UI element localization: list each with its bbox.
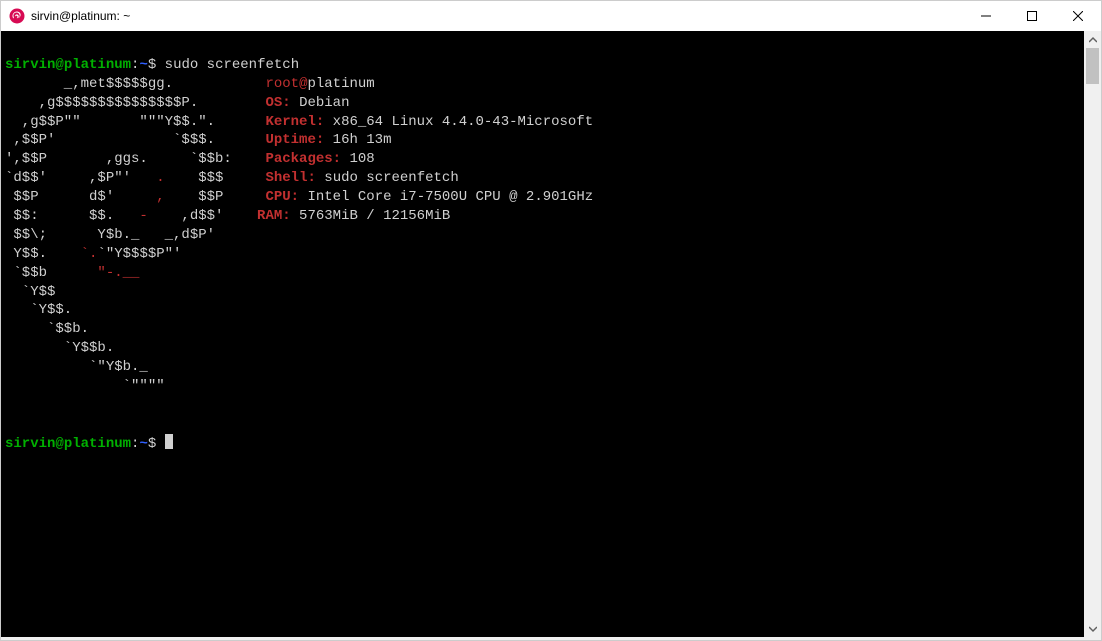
shell-value: sudo screenfetch bbox=[316, 170, 459, 186]
prompt2-host: platinum bbox=[64, 436, 131, 452]
art-10a: Y$$. bbox=[5, 246, 81, 262]
os-value: Debian bbox=[291, 95, 350, 111]
art-05: ',$$P ,ggs. `$$b: bbox=[5, 151, 265, 167]
info-user: root bbox=[265, 76, 299, 92]
sf-line-15: `Y$$b. bbox=[5, 340, 265, 356]
shell-label: Shell: bbox=[265, 170, 315, 186]
terminal-output[interactable]: sirvin@platinum:~$ sudo screenfetch _,me… bbox=[1, 31, 1084, 637]
title-bar[interactable]: sirvin@platinum: ~ bbox=[1, 1, 1101, 31]
prompt-host: platinum bbox=[64, 57, 131, 73]
prompt-at: @ bbox=[55, 57, 63, 73]
art-11a: `$$b bbox=[5, 265, 97, 281]
sf-line-17: `"""" bbox=[5, 378, 265, 394]
cpu-label: CPU: bbox=[265, 189, 299, 205]
art-04: ,$$P' `$$$. bbox=[5, 132, 265, 148]
sf-line-05: ',$$P ,ggs. `$$b: Packages: 108 bbox=[5, 151, 375, 167]
os-label: OS: bbox=[265, 95, 290, 111]
sf-line-04: ,$$P' `$$$. Uptime: 16h 13m bbox=[5, 132, 391, 148]
ram-label: RAM: bbox=[257, 208, 291, 224]
ram-value: 5763MiB / 12156MiB bbox=[291, 208, 451, 224]
terminal-window: sirvin@platinum: ~ sirvin@platinum:~$ su… bbox=[0, 0, 1102, 641]
prompt2-at: @ bbox=[55, 436, 63, 452]
art-15: `Y$$b. bbox=[5, 340, 265, 356]
uptime-value: 16h 13m bbox=[324, 132, 391, 148]
art-11b bbox=[139, 265, 265, 281]
close-button[interactable] bbox=[1055, 1, 1101, 31]
sf-line-06: `d$$' ,$P"' . $$$ Shell: sudo screenfetc… bbox=[5, 170, 459, 186]
prompt-line-1: sirvin@platinum:~$ sudo screenfetch bbox=[5, 57, 299, 73]
minimize-button[interactable] bbox=[963, 1, 1009, 31]
sf-line-02: ,g$$$$$$$$$$$$$$$P. OS: Debian bbox=[5, 95, 349, 111]
window-controls bbox=[963, 1, 1101, 31]
prompt-line-2: sirvin@platinum:~$ bbox=[5, 436, 173, 452]
window-title: sirvin@platinum: ~ bbox=[31, 9, 130, 23]
debian-swirl-icon bbox=[9, 8, 25, 24]
cpu-value: Intel Core i7-7500U CPU @ 2.901GHz bbox=[299, 189, 593, 205]
kernel-value: x86_64 Linux 4.4.0-43-Microsoft bbox=[324, 114, 593, 130]
prompt-dollar: $ bbox=[148, 57, 165, 73]
sf-line-10: Y$$. `.`"Y$$$$P"' bbox=[5, 246, 265, 262]
sf-line-16: `"Y$b._ bbox=[5, 359, 265, 375]
sf-line-12: `Y$$ bbox=[5, 284, 265, 300]
art-02: ,g$$$$$$$$$$$$$$$P. bbox=[5, 95, 265, 111]
art-06a: `d$$' ,$P"' bbox=[5, 170, 156, 186]
uptime-label: Uptime: bbox=[265, 132, 324, 148]
art-14: `$$b. bbox=[5, 321, 265, 337]
art-08r: - bbox=[139, 208, 147, 224]
art-12: `Y$$ bbox=[5, 284, 265, 300]
art-16: `"Y$b._ bbox=[5, 359, 265, 375]
art-03: ,g$$P"" """Y$$.". bbox=[5, 114, 265, 130]
art-08b: ,d$$' bbox=[148, 208, 257, 224]
art-13: `Y$$. bbox=[5, 302, 265, 318]
info-host: platinum bbox=[307, 76, 374, 92]
packages-label: Packages: bbox=[265, 151, 341, 167]
sf-line-08: $$: $$. - ,d$$' RAM: 5763MiB / 12156MiB bbox=[5, 208, 450, 224]
vertical-scrollbar[interactable] bbox=[1084, 31, 1101, 637]
art-07b: $$P bbox=[165, 189, 266, 205]
art-07a: $$P d$' bbox=[5, 189, 156, 205]
prompt2-cwd: ~ bbox=[139, 436, 147, 452]
prompt-cwd: ~ bbox=[139, 57, 147, 73]
art-10r: `. bbox=[81, 246, 98, 262]
title-bar-left: sirvin@platinum: ~ bbox=[1, 8, 130, 24]
prompt-command: sudo screenfetch bbox=[165, 57, 299, 73]
art-07r: , bbox=[156, 189, 164, 205]
art-08a: $$: $$. bbox=[5, 208, 139, 224]
art-10b: `"Y$$$$P"' bbox=[97, 246, 265, 262]
scroll-up-button[interactable] bbox=[1084, 31, 1101, 48]
art-06b: $$$ bbox=[165, 170, 266, 186]
prompt-user: sirvin bbox=[5, 57, 55, 73]
scroll-thumb[interactable] bbox=[1086, 48, 1099, 84]
art-11r: "-.__ bbox=[97, 265, 139, 281]
prompt2-user: sirvin bbox=[5, 436, 55, 452]
maximize-button[interactable] bbox=[1009, 1, 1055, 31]
status-bar bbox=[1, 637, 1101, 640]
sf-line-11: `$$b "-.__ bbox=[5, 265, 265, 281]
sf-line-09: $$\; Y$b._ _,d$P' bbox=[5, 227, 265, 243]
art-09: $$\; Y$b._ _,d$P' bbox=[5, 227, 265, 243]
art-01: _,met$$$$$gg. bbox=[5, 76, 265, 92]
sf-line-14: `$$b. bbox=[5, 321, 265, 337]
sf-line-13: `Y$$. bbox=[5, 302, 265, 318]
art-17: `"""" bbox=[5, 378, 265, 394]
packages-value: 108 bbox=[341, 151, 375, 167]
content-row: sirvin@platinum:~$ sudo screenfetch _,me… bbox=[1, 31, 1101, 637]
sf-line-07: $$P d$' , $$P CPU: Intel Core i7-7500U C… bbox=[5, 189, 593, 205]
scroll-down-button[interactable] bbox=[1084, 620, 1101, 637]
art-06r: . bbox=[156, 170, 164, 186]
kernel-label: Kernel: bbox=[265, 114, 324, 130]
sf-line-01: _,met$$$$$gg. root@platinum bbox=[5, 76, 375, 92]
cursor bbox=[165, 434, 173, 449]
sf-line-03: ,g$$P"" """Y$$.". Kernel: x86_64 Linux 4… bbox=[5, 114, 593, 130]
prompt2-dollar: $ bbox=[148, 436, 165, 452]
